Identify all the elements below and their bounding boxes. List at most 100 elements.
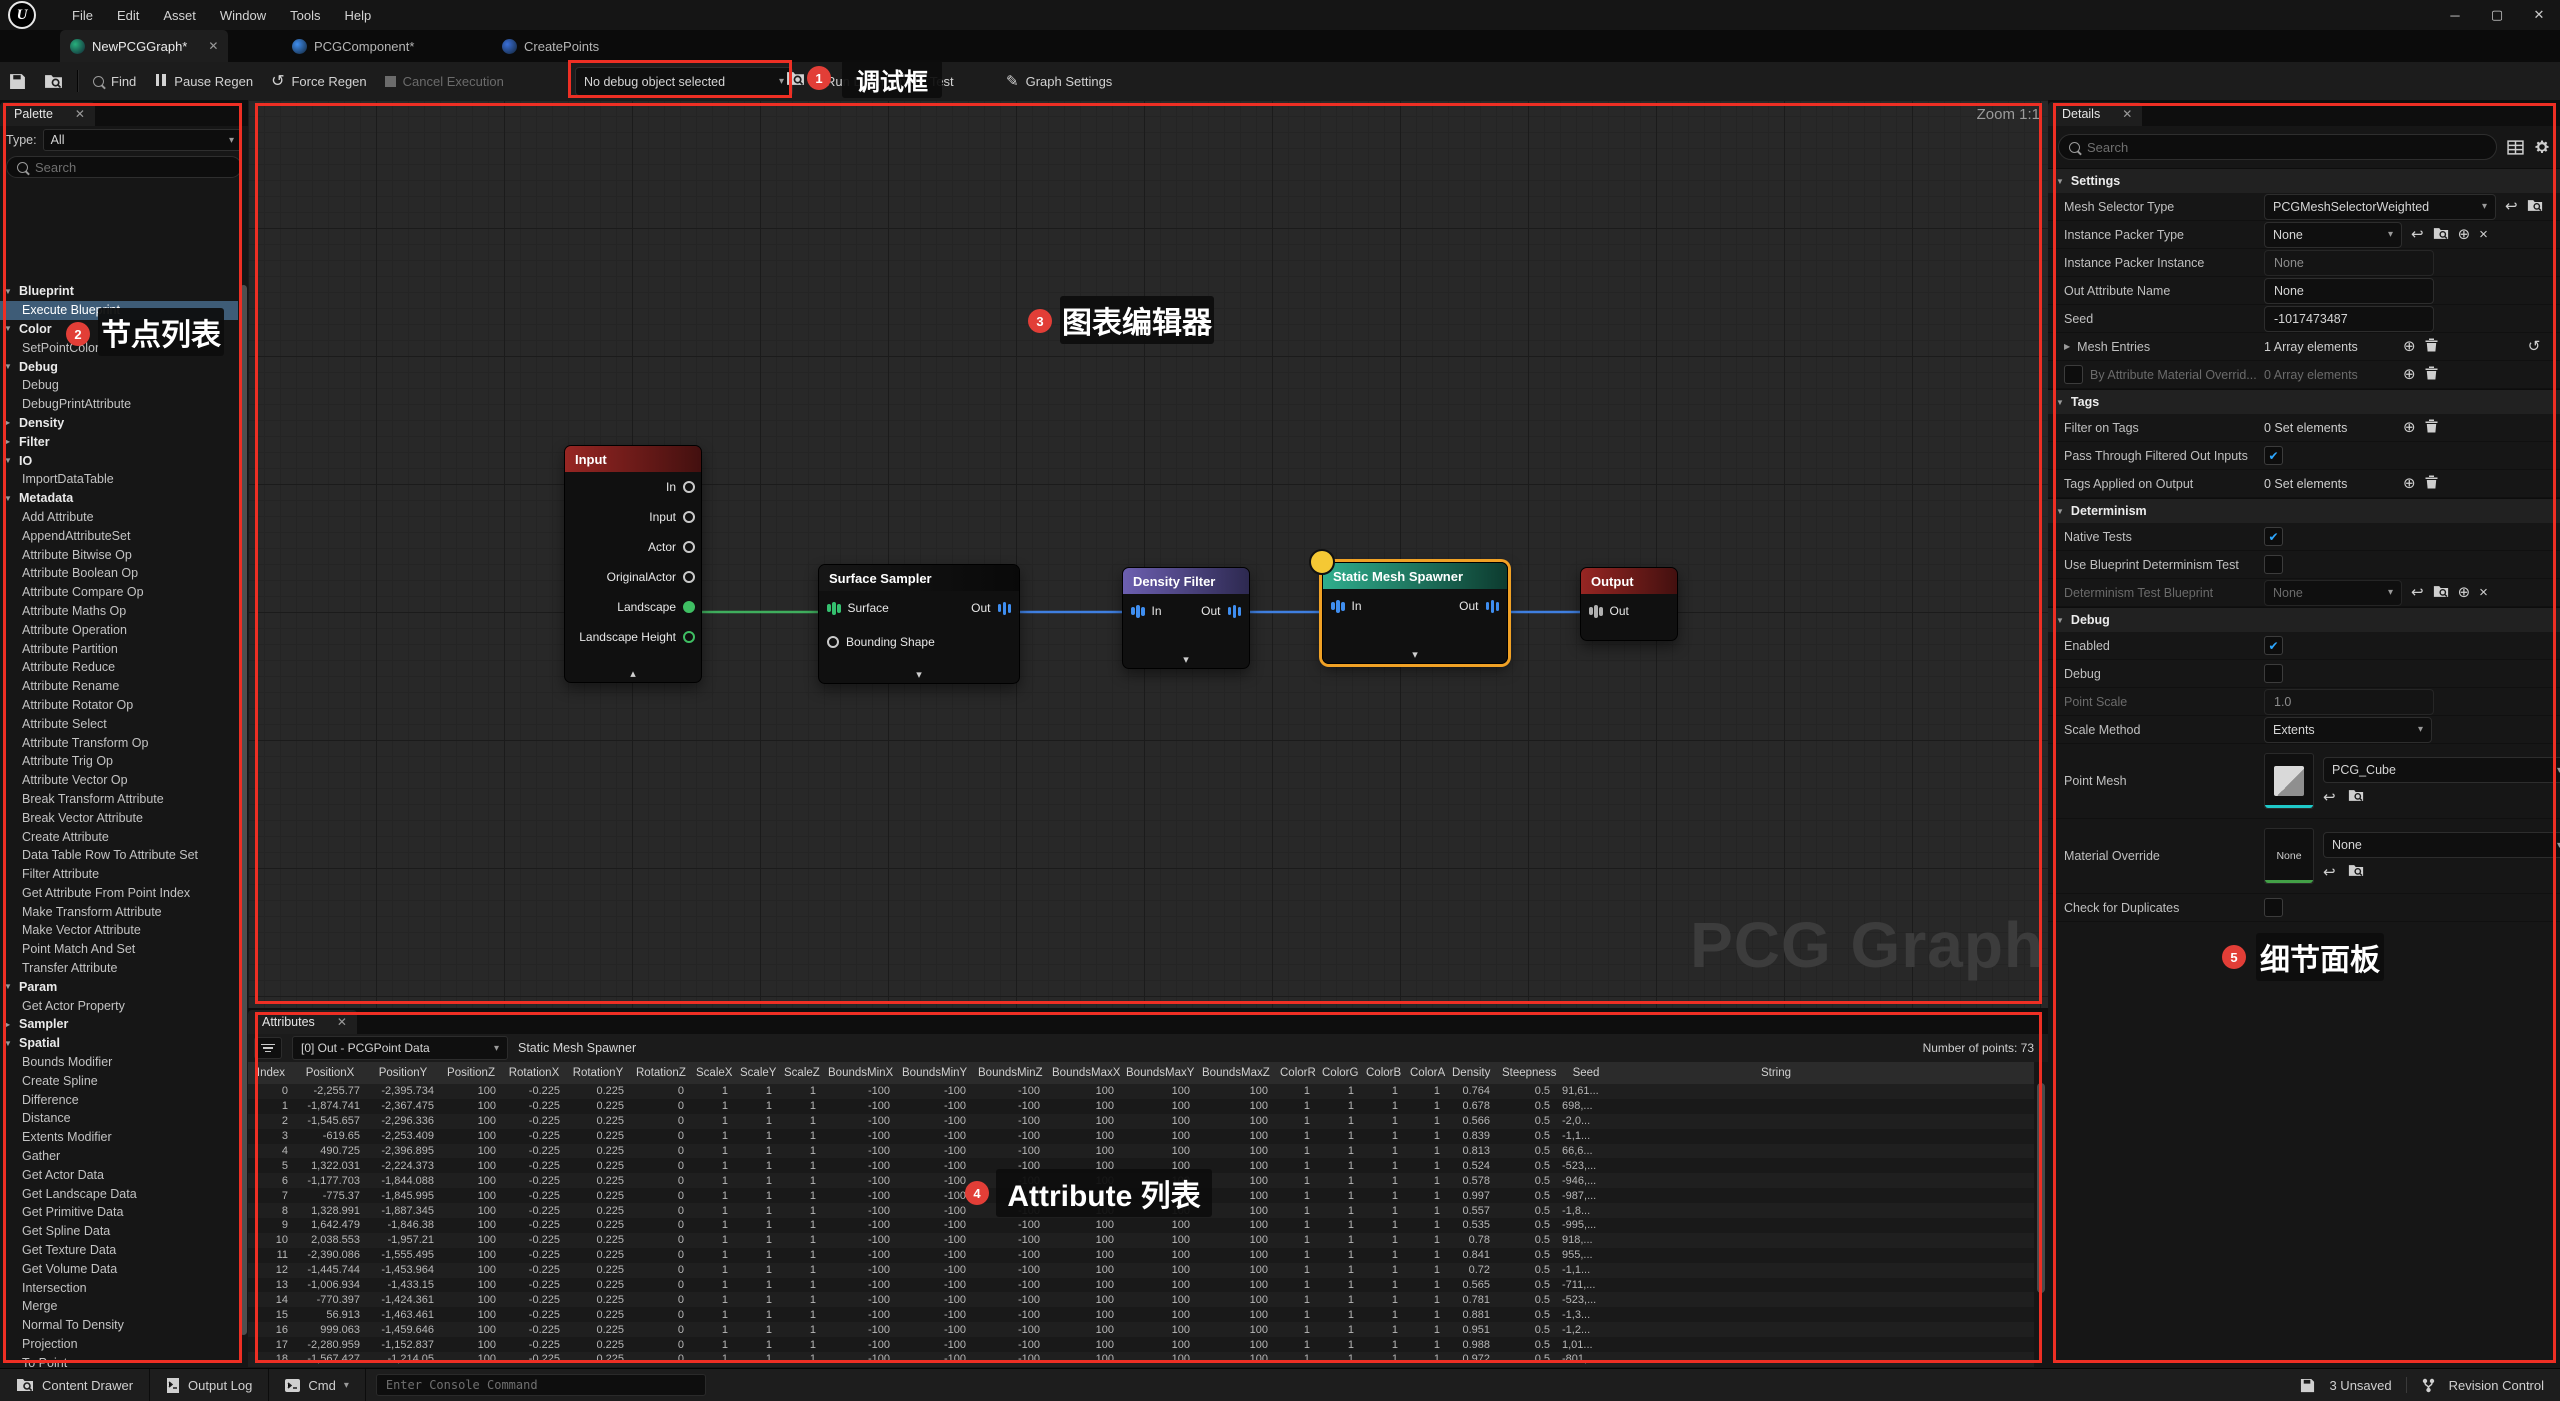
palette-tab[interactable]: Palette ✕	[0, 102, 95, 126]
palette-item-make-vector-attribute[interactable]: Make Vector Attribute	[0, 921, 238, 940]
delete-icon[interactable]	[2425, 419, 2438, 436]
table-row[interactable]: 16999.063-1,459.646100-0.2250.2250111-10…	[248, 1322, 2034, 1337]
details-section-determinism[interactable]: ▼Determinism	[2048, 498, 2560, 523]
use-selected-icon[interactable]: ↩	[2323, 790, 2336, 805]
chevron-down-icon[interactable]: ▼	[4, 456, 14, 465]
use-selected-icon[interactable]: ↩	[2411, 227, 2424, 242]
node-pin-out[interactable]: Out	[971, 601, 1011, 615]
node-collapse-toggle[interactable]: ▴	[565, 667, 701, 680]
close-icon[interactable]: ✕	[2122, 107, 2132, 121]
text-input[interactable]: -1017473487	[2264, 306, 2434, 332]
node-pin-surface[interactable]: Surface	[827, 601, 889, 615]
menu-tools[interactable]: Tools	[278, 0, 332, 30]
palette-item-normal-to-density[interactable]: Normal To Density	[0, 1316, 238, 1335]
chevron-down-icon[interactable]: ▼	[4, 324, 14, 333]
palette-item-attribute-maths-op[interactable]: Attribute Maths Op	[0, 602, 238, 621]
palette-category-io[interactable]: ▼IO	[0, 451, 238, 470]
checkbox[interactable]	[2264, 555, 2283, 574]
column-header-positionx[interactable]: PositionX	[294, 1067, 366, 1079]
close-icon[interactable]: ✕	[337, 1015, 347, 1029]
delete-icon[interactable]	[2425, 366, 2438, 383]
column-header-boundsminx[interactable]: BoundsMinX	[822, 1067, 896, 1079]
palette-item-break-vector-attribute[interactable]: Break Vector Attribute	[0, 808, 238, 827]
palette-item-point-match-and-set[interactable]: Point Match And Set	[0, 940, 238, 959]
graph-editor[interactable]: InputInInputActorOriginalActorLandscapeL…	[248, 100, 2048, 1008]
palette-item-distance[interactable]: Distance	[0, 1109, 238, 1128]
table-row[interactable]: 1556.913-1,463.461100-0.2250.2250111-100…	[248, 1307, 2034, 1322]
checkbox[interactable]: ✔	[2264, 446, 2283, 465]
chevron-down-icon[interactable]: ▼	[2056, 398, 2064, 407]
use-selected-icon[interactable]: ↩	[2505, 199, 2518, 214]
palette-item-attribute-reduce[interactable]: Attribute Reduce	[0, 658, 238, 677]
palette-item-difference[interactable]: Difference	[0, 1090, 238, 1109]
palette-item-create-attribute[interactable]: Create Attribute	[0, 827, 238, 846]
chevron-down-icon[interactable]: ▼	[4, 1039, 14, 1048]
palette-item-get-attribute-from-point-index[interactable]: Get Attribute From Point Index	[0, 884, 238, 903]
palette-item-attribute-partition[interactable]: Attribute Partition	[0, 639, 238, 658]
column-header-positiony[interactable]: PositionY	[366, 1067, 440, 1079]
text-input[interactable]: None	[2264, 250, 2434, 276]
column-header-seed[interactable]: Seed	[1556, 1067, 1616, 1079]
column-header-boundsmaxz[interactable]: BoundsMaxZ	[1196, 1067, 1274, 1079]
details-section-tags[interactable]: ▼Tags	[2048, 389, 2560, 414]
palette-item-filter-attribute[interactable]: Filter Attribute	[0, 865, 238, 884]
combo-dropdown[interactable]: None▾	[2264, 222, 2402, 248]
maximize-button[interactable]: ▢	[2476, 0, 2518, 30]
palette-category-spatial[interactable]: ▼Spatial	[0, 1034, 238, 1053]
checkbox[interactable]	[2064, 365, 2083, 384]
output-log-button[interactable]: Output Log	[150, 1369, 269, 1401]
palette-category-density[interactable]: ▶Density	[0, 414, 238, 433]
palette-item-merge[interactable]: Merge	[0, 1297, 238, 1316]
debug-browse-button[interactable]	[786, 71, 805, 91]
browse-icon[interactable]	[2433, 585, 2449, 601]
table-row[interactable]: 3-619.65-2,253.409100-0.2250.2250111-100…	[248, 1129, 2034, 1144]
table-row[interactable]: 4490.725-2,396.895100-0.2250.2250111-100…	[248, 1144, 2034, 1159]
chevron-right-icon[interactable]: ▶	[2064, 342, 2070, 351]
asset-thumbnail[interactable]: None	[2264, 828, 2314, 884]
reset-to-default[interactable]: ↺	[2508, 339, 2560, 354]
palette-item-make-transform-attribute[interactable]: Make Transform Attribute	[0, 902, 238, 921]
palette-item-gather[interactable]: Gather	[0, 1147, 238, 1166]
palette-item-attribute-transform-op[interactable]: Attribute Transform Op	[0, 733, 238, 752]
column-header-index[interactable]: Index	[248, 1067, 294, 1079]
table-row[interactable]: 14-770.397-1,424.361100-0.2250.2250111-1…	[248, 1292, 2034, 1307]
palette-item-create-spline[interactable]: Create Spline	[0, 1071, 238, 1090]
revision-control-button[interactable]: Revision Control	[2449, 1378, 2544, 1393]
close-icon[interactable]: ✕	[208, 39, 218, 53]
column-header-rotationy[interactable]: RotationY	[566, 1067, 630, 1079]
chevron-right-icon[interactable]: ▶	[4, 418, 14, 427]
palette-item-transfer-attribute[interactable]: Transfer Attribute	[0, 959, 238, 978]
palette-category-sampler[interactable]: ▶Sampler	[0, 1015, 238, 1034]
node-pin-in[interactable]: In	[1331, 599, 1362, 613]
attributes-data-dropdown[interactable]: [0] Out - PCGPoint Data▾	[292, 1036, 508, 1060]
palette-item-get-primitive-data[interactable]: Get Primitive Data	[0, 1203, 238, 1222]
palette-item-get-actor-property[interactable]: Get Actor Property	[0, 996, 238, 1015]
palette-item-get-landscape-data[interactable]: Get Landscape Data	[0, 1184, 238, 1203]
pause-regen-button[interactable]: Pause Regen	[145, 62, 262, 100]
palette-item-extents-modifier[interactable]: Extents Modifier	[0, 1128, 238, 1147]
checkbox[interactable]	[2264, 898, 2283, 917]
add-element-icon[interactable]: ⊕	[2403, 339, 2416, 354]
palette-item-attribute-bitwise-op[interactable]: Attribute Bitwise Op	[0, 545, 238, 564]
palette-item-attribute-rotator-op[interactable]: Attribute Rotator Op	[0, 696, 238, 715]
asset-dropdown[interactable]: None▾	[2323, 832, 2560, 858]
menu-file[interactable]: File	[60, 0, 105, 30]
menu-help[interactable]: Help	[332, 0, 383, 30]
column-header-colorb[interactable]: ColorB	[1360, 1067, 1404, 1079]
chevron-down-icon[interactable]: ▼	[4, 287, 14, 296]
column-header-rotationx[interactable]: RotationX	[502, 1067, 566, 1079]
palette-item-get-spline-data[interactable]: Get Spline Data	[0, 1222, 238, 1241]
column-header-boundsmaxx[interactable]: BoundsMaxX	[1046, 1067, 1120, 1079]
palette-item-attribute-rename[interactable]: Attribute Rename	[0, 677, 238, 696]
use-selected-icon[interactable]: ↩	[2323, 865, 2336, 880]
table-row[interactable]: 17-2,280.959-1,152.837100-0.2250.2250111…	[248, 1337, 2034, 1352]
palette-item-to-point[interactable]: To Point	[0, 1353, 238, 1368]
close-icon[interactable]: ✕	[75, 107, 85, 121]
palette-scrollbar[interactable]	[240, 285, 247, 1335]
palette-item-attribute-vector-op[interactable]: Attribute Vector Op	[0, 771, 238, 790]
node-pin-landscape[interactable]: Landscape	[565, 592, 701, 622]
reset-icon[interactable]: ↺	[2528, 339, 2541, 354]
details-section-debug[interactable]: ▼Debug	[2048, 607, 2560, 632]
table-row[interactable]: 11-2,390.086-1,555.495100-0.2250.2250111…	[248, 1248, 2034, 1263]
column-header-density[interactable]: Density	[1446, 1067, 1496, 1079]
